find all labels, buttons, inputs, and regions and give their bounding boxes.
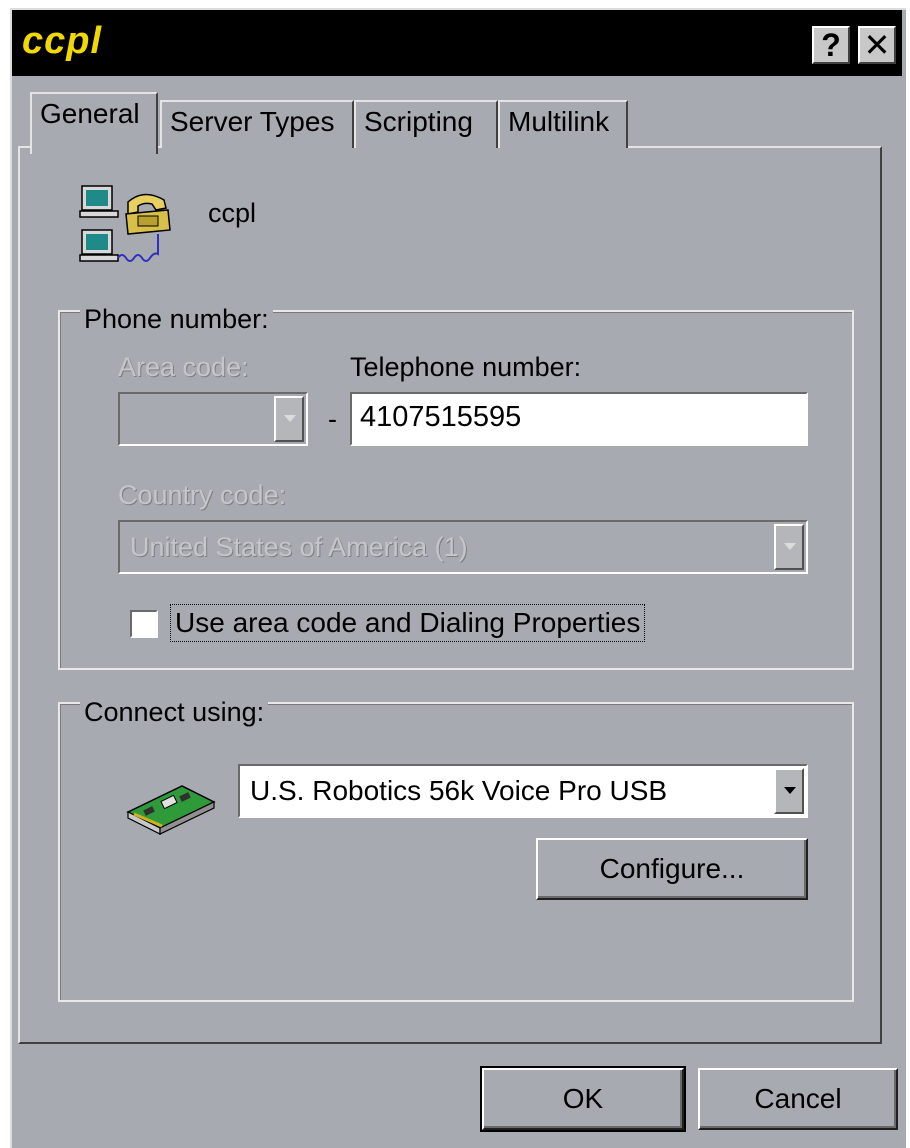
connection-name: ccpl xyxy=(208,198,257,228)
help-icon: ? xyxy=(821,27,841,63)
country-code-label: Country code: xyxy=(118,480,287,510)
area-code-label: Area code: xyxy=(118,352,249,382)
area-code-dropdown-arrow-icon[interactable] xyxy=(274,396,304,442)
title-bar[interactable]: ccpl ? ✕ xyxy=(12,10,902,76)
use-area-code-checkbox[interactable] xyxy=(130,610,158,638)
tab-scripting[interactable]: Scripting xyxy=(354,100,498,148)
modem-card-icon xyxy=(126,785,216,835)
close-button[interactable]: ✕ xyxy=(858,26,896,64)
telephone-number-label: Telephone number: xyxy=(350,352,582,382)
phone-number-legend: Phone number: xyxy=(80,304,273,334)
country-code-select[interactable]: United States of America (1) xyxy=(118,520,808,574)
dial-up-connection-icon xyxy=(79,185,171,262)
telephone-number-input[interactable]: 4107515595 xyxy=(350,392,808,446)
configure-button[interactable]: Configure... xyxy=(536,838,808,900)
close-icon: ✕ xyxy=(863,27,891,63)
tab-general[interactable]: General xyxy=(30,92,158,154)
area-code-separator: - xyxy=(328,404,337,434)
tab-multilink[interactable]: Multilink xyxy=(498,100,628,148)
use-area-code-label[interactable]: Use area code and Dialing Properties xyxy=(170,604,646,642)
tab-server-types[interactable]: Server Types xyxy=(160,100,354,148)
connect-using-legend: Connect using: xyxy=(80,697,269,727)
area-code-select[interactable] xyxy=(118,392,308,446)
connect-using-select[interactable]: U.S. Robotics 56k Voice Pro USB xyxy=(238,764,808,818)
ok-button[interactable]: OK xyxy=(480,1066,686,1132)
cancel-button[interactable]: Cancel xyxy=(698,1068,898,1130)
connect-using-value: U.S. Robotics 56k Voice Pro USB xyxy=(250,775,668,806)
window-title: ccpl xyxy=(22,20,103,62)
help-button[interactable]: ? xyxy=(812,26,850,64)
connect-using-dropdown-arrow-icon[interactable] xyxy=(774,768,804,814)
country-code-value: United States of America (1) xyxy=(130,532,468,562)
country-code-dropdown-arrow-icon[interactable] xyxy=(774,524,804,570)
